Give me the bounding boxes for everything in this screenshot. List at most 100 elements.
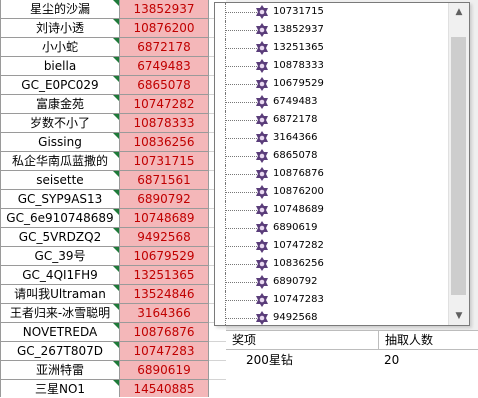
prize-column-header[interactable]: 奖项 <box>226 331 379 349</box>
id-cell[interactable]: 10747282 <box>119 94 209 114</box>
list-item-label: 13251365 <box>273 42 324 53</box>
name-cell[interactable]: NOVETREDA <box>0 322 120 342</box>
table-row: 刘诗小透 10876200 <box>0 18 232 38</box>
table-row: 王者归来-冰雪聪明 3164366 <box>0 303 232 323</box>
user-badge-icon <box>255 239 269 253</box>
name-cell[interactable]: 亚洲特雷 <box>0 360 120 380</box>
id-cell[interactable]: 6890792 <box>119 189 209 209</box>
table-row: GC_5VRDZQ2 9492568 <box>0 227 232 247</box>
id-cell[interactable]: 10748689 <box>119 208 209 228</box>
id-cell[interactable]: 13251365 <box>119 265 209 285</box>
list-item[interactable]: 13852937 <box>215 21 447 39</box>
table-row: GC_SYP9AS13 6890792 <box>0 189 232 209</box>
table-row: 小小蛇 6872178 <box>0 37 232 57</box>
name-cell[interactable]: 富康金苑 <box>0 94 120 114</box>
table-row: GC_E0PC029 6865078 <box>0 75 232 95</box>
table-row: 请叫我Ultraman 13524846 <box>0 284 232 304</box>
list-item-label: 10748689 <box>273 204 324 215</box>
list-item[interactable]: 10878333 <box>215 57 447 75</box>
id-cell[interactable]: 6871561 <box>119 170 209 190</box>
name-cell[interactable]: GC_39号 <box>0 246 120 266</box>
list-item-label: 10747283 <box>273 294 324 305</box>
list-item-label: 6865078 <box>273 150 318 161</box>
id-cell[interactable]: 10876200 <box>119 18 209 38</box>
id-cell[interactable]: 10747283 <box>119 341 209 361</box>
id-cell[interactable]: 6872178 <box>119 37 209 57</box>
name-cell[interactable]: 王者归来-冰雪聪明 <box>0 303 120 323</box>
prize-row[interactable]: 200星钻 20 <box>226 350 478 370</box>
table-row: 私企华南瓜蓝撒的 10731715 <box>0 151 232 171</box>
list-item[interactable]: 10876876 <box>215 165 447 183</box>
list-item-label: 6749483 <box>273 96 318 107</box>
list-item[interactable]: 9492568 <box>215 309 447 325</box>
id-cell[interactable]: 6890619 <box>119 360 209 380</box>
id-cell[interactable]: 10679529 <box>119 246 209 266</box>
list-item[interactable]: 10836256 <box>215 255 447 273</box>
user-badge-icon <box>255 185 269 199</box>
list-item-label: 10836256 <box>273 258 324 269</box>
name-cell[interactable]: 请叫我Ultraman <box>0 284 120 304</box>
name-cell[interactable]: GC_5VRDZQ2 <box>0 227 120 247</box>
list-item[interactable]: 10876200 <box>215 183 447 201</box>
list-item[interactable]: 13251365 <box>215 39 447 57</box>
name-cell[interactable]: GC_6e910748689 <box>0 208 120 228</box>
list-item[interactable]: 6890792 <box>215 273 447 291</box>
table-row: Gissing 10836256 <box>0 132 232 152</box>
list-item-label: 10731715 <box>273 6 324 17</box>
table-row: seisette 6871561 <box>0 170 232 190</box>
list-item[interactable]: 10747282 <box>215 237 447 255</box>
id-cell[interactable]: 13852937 <box>119 0 209 19</box>
name-cell[interactable]: 岁数不小了 <box>0 113 120 133</box>
name-cell[interactable]: 小小蛇 <box>0 37 120 57</box>
list-item[interactable]: 10679529 <box>215 75 447 93</box>
list-item[interactable]: 10748689 <box>215 201 447 219</box>
id-cell[interactable]: 10836256 <box>119 132 209 152</box>
id-cell[interactable]: 3164366 <box>119 303 209 323</box>
list-item[interactable]: 6872178 <box>215 111 447 129</box>
scroll-up-button[interactable]: ▲ <box>449 3 469 21</box>
user-badge-icon <box>255 221 269 235</box>
id-cell[interactable]: 10876876 <box>119 322 209 342</box>
name-cell[interactable]: 三星NO1 <box>0 379 120 397</box>
name-cell[interactable]: 刘诗小透 <box>0 18 120 38</box>
name-cell[interactable]: Gissing <box>0 132 120 152</box>
table-row: 富康金苑 10747282 <box>0 94 232 114</box>
name-cell[interactable]: seisette <box>0 170 120 190</box>
id-cell[interactable]: 6865078 <box>119 75 209 95</box>
name-cell[interactable]: 星尘的沙漏 <box>0 0 120 19</box>
id-cell[interactable]: 9492568 <box>119 227 209 247</box>
list-item[interactable]: 6749483 <box>215 93 447 111</box>
winner-list: 10731715 13852937 13251365 10878333 10679529… <box>215 3 447 325</box>
scroll-down-button[interactable]: ▼ <box>449 307 469 325</box>
list-item-label: 3164366 <box>273 132 318 143</box>
name-cell[interactable]: 私企华南瓜蓝撒的 <box>0 151 120 171</box>
list-item-label: 13852937 <box>273 24 324 35</box>
id-cell[interactable]: 13524846 <box>119 284 209 304</box>
prize-grid: 奖项 抽取人数 200星钻 20 <box>226 330 478 398</box>
table-row: NOVETREDA 10876876 <box>0 322 232 342</box>
name-cell[interactable]: GC_267T807D <box>0 341 120 361</box>
list-item[interactable]: 3164366 <box>215 129 447 147</box>
user-badge-icon <box>255 149 269 163</box>
user-badge-icon <box>255 257 269 271</box>
id-cell[interactable]: 10731715 <box>119 151 209 171</box>
scroll-thumb[interactable] <box>451 37 466 295</box>
name-cell[interactable]: GC_SYP9AS13 <box>0 189 120 209</box>
id-cell[interactable]: 14540885 <box>119 379 209 397</box>
id-cell[interactable]: 10878333 <box>119 113 209 133</box>
count-column-header[interactable]: 抽取人数 <box>379 331 433 349</box>
prize-grid-header: 奖项 抽取人数 <box>226 331 478 350</box>
list-item[interactable]: 6890619 <box>215 219 447 237</box>
name-cell[interactable]: biella <box>0 56 120 76</box>
id-cell[interactable]: 6749483 <box>119 56 209 76</box>
name-cell[interactable]: GC_4QI1FH9 <box>0 265 120 285</box>
list-item[interactable]: 10731715 <box>215 3 447 21</box>
list-item[interactable]: 6865078 <box>215 147 447 165</box>
list-item-label: 10876876 <box>273 168 324 179</box>
list-item[interactable]: 10747283 <box>215 291 447 309</box>
user-badge-icon <box>255 275 269 289</box>
name-cell[interactable]: GC_E0PC029 <box>0 75 120 95</box>
winner-listbox[interactable]: 10731715 13852937 13251365 10878333 10679529… <box>214 2 470 326</box>
vertical-scrollbar[interactable]: ▲ ▼ <box>448 3 469 325</box>
user-badge-icon <box>255 23 269 37</box>
